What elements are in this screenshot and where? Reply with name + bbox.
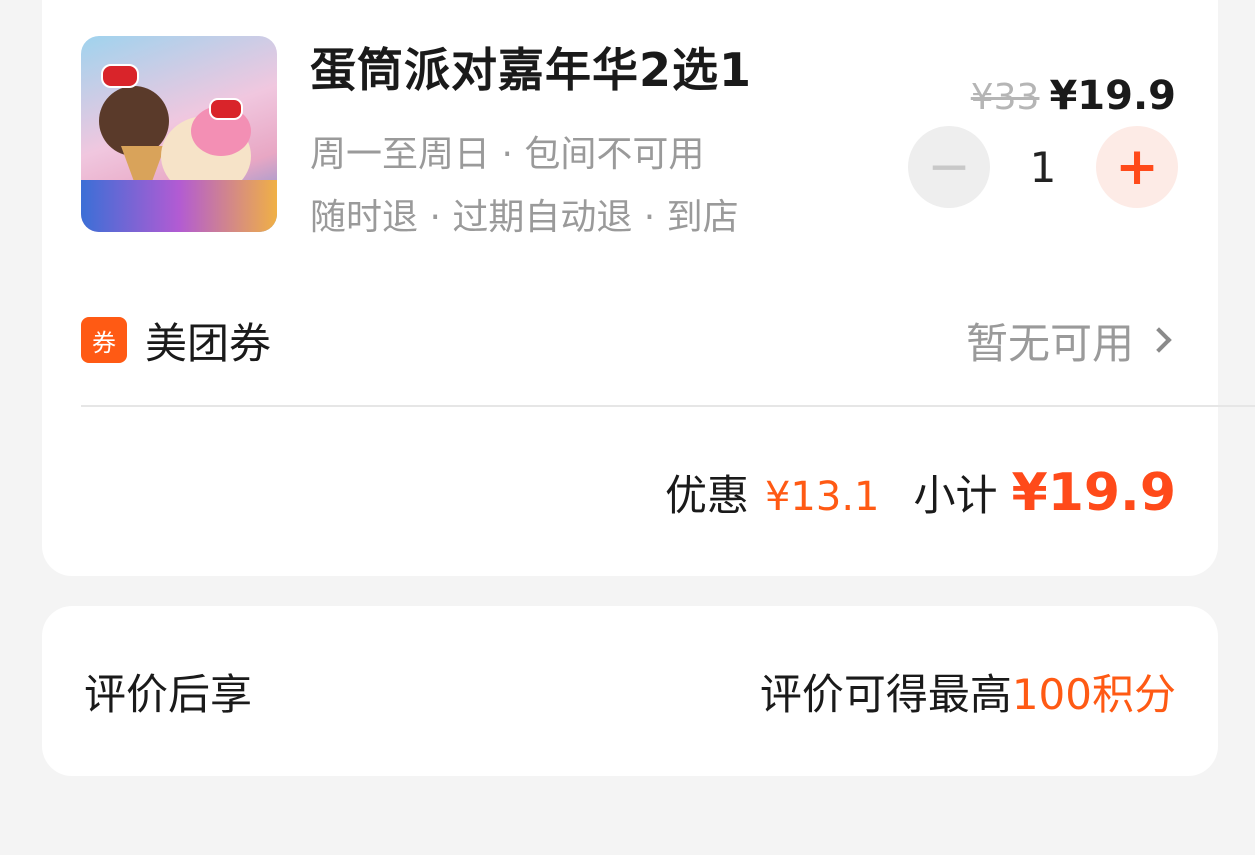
product-image[interactable]	[81, 36, 277, 232]
subtotal-label: 小计	[913, 471, 998, 520]
chevron-right-icon	[1146, 327, 1172, 353]
dq-logo-icon	[209, 98, 243, 120]
coupon-row[interactable]: 券 美团券 暂无可用	[81, 310, 1176, 370]
review-reward-points: 100积分	[1011, 669, 1176, 719]
review-reward: 评价可得最高100积分	[760, 661, 1176, 722]
coupon-icon: 券	[81, 317, 127, 363]
review-reward-text: 评价可得最高	[759, 669, 1012, 719]
current-price: ¥19.9	[1049, 73, 1176, 119]
dq-logo-icon	[101, 64, 139, 88]
original-price: ¥33	[970, 77, 1040, 118]
price-summary: 优惠 ¥13.1 小计 ¥19.9	[665, 462, 1176, 523]
order-item-card: 蛋筒派对嘉年华2选1 周一至周日 · 包间不可用 随时退 · 过期自动退 · 到…	[42, 0, 1255, 576]
subtotal-value: ¥19.9	[1011, 463, 1176, 523]
image-banner	[81, 180, 277, 232]
quantity-value: 1	[1029, 142, 1057, 192]
review-row: 评价后享 评价可得最高100积分	[84, 656, 1176, 726]
coupon-status: 暂无可用	[966, 310, 1176, 371]
product-refund-info: 随时退 · 过期自动退 · 到店	[310, 197, 739, 238]
product-title: 蛋筒派对嘉年华2选1	[310, 43, 753, 97]
discount-value: ¥13.1	[764, 474, 880, 520]
price-block: ¥33 ¥19.9	[971, 73, 1176, 119]
product-usage-info: 周一至周日 · 包间不可用	[310, 134, 705, 175]
divider	[81, 405, 1255, 407]
review-reward-card: 评价后享 评价可得最高100积分	[42, 606, 1218, 776]
review-label: 评价后享	[84, 669, 253, 719]
increase-quantity-button[interactable]: +	[1096, 126, 1178, 208]
quantity-stepper: − 1 +	[908, 126, 1178, 208]
coupon-status-text: 暂无可用	[965, 318, 1134, 368]
discount-label: 优惠	[664, 471, 749, 520]
coupon-label: 美团券	[145, 318, 272, 368]
decrease-quantity-button[interactable]: −	[908, 126, 990, 208]
